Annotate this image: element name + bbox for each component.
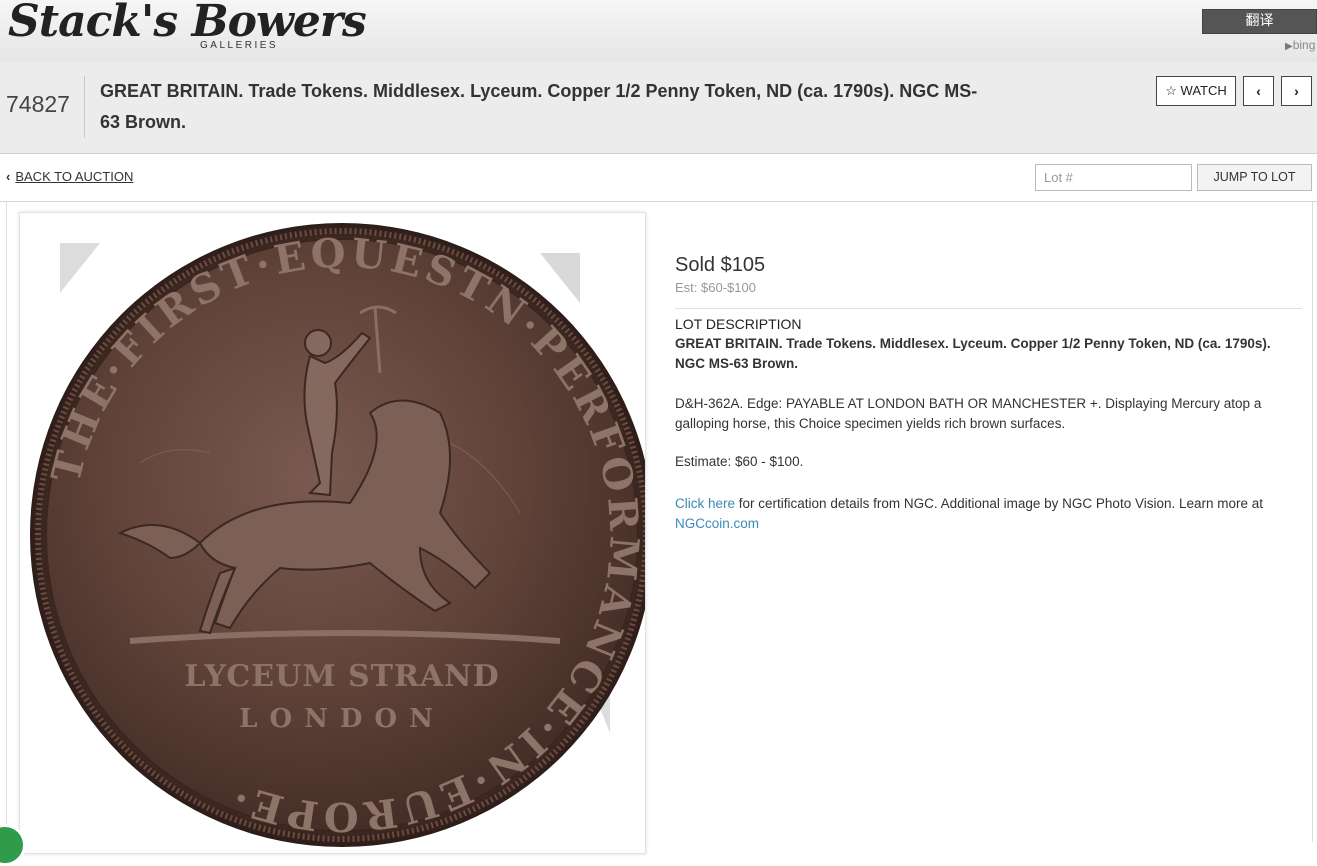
lot-header: 74827 GREAT BRITAIN. Trade Tokens. Middl… (0, 62, 1317, 154)
divider (84, 76, 85, 138)
back-label: BACK TO AUCTION (15, 169, 134, 184)
translate-button[interactable]: 翻译 (1202, 9, 1317, 34)
next-lot-button[interactable]: › (1281, 76, 1312, 106)
watch-button[interactable]: ☆ WATCH (1156, 76, 1236, 106)
ngc-link[interactable]: NGCcoin.com (675, 516, 759, 531)
coin-line-2: LONDON (239, 704, 445, 734)
lot-title: GREAT BRITAIN. Trade Tokens. Middlesex. … (100, 81, 978, 132)
lot-number: 74827 (6, 91, 70, 117)
jump-to-lot-button[interactable]: JUMP TO LOT (1197, 164, 1312, 191)
coin-image-panel[interactable]: THE·FIRST·EQUESTN·PERFORMANCE·IN·EUROPE·… (19, 212, 646, 854)
logo-text: Stack's Bowers (8, 0, 367, 47)
description-body: D&H-362A. Edge: PAYABLE AT LONDON BATH O… (675, 396, 1262, 431)
lot-content: THE·FIRST·EQUESTN·PERFORMANCE·IN·EUROPE·… (6, 202, 1313, 854)
lot-toolbar: ‹ BACK TO AUCTION JUMP TO LOT (0, 154, 1317, 202)
watch-label: WATCH (1180, 83, 1227, 98)
chevron-left-icon: ‹ (6, 169, 11, 184)
estimate-summary: Est: $60-$100 (675, 280, 756, 295)
description-title: GREAT BRITAIN. Trade Tokens. Middlesex. … (675, 336, 1271, 371)
stacks-bowers-logo[interactable]: Stack's Bowers GALLERIES (8, 0, 367, 58)
chevron-right-icon: › (1294, 83, 1299, 99)
sold-price: Sold $105 (675, 254, 766, 276)
bing-label: bing (1292, 38, 1316, 52)
logo-subtitle: GALLERIES (200, 40, 279, 51)
star-icon: ☆ (1165, 83, 1177, 98)
divider (675, 308, 1302, 309)
coin-line-1: LYCEUM STRAND (184, 659, 499, 694)
description-heading: LOT DESCRIPTION (675, 316, 802, 332)
coin-image: THE·FIRST·EQUESTN·PERFORMANCE·IN·EUROPE·… (20, 213, 645, 853)
bing-icon: ▶ (1285, 41, 1293, 52)
description-estimate: Estimate: $60 - $100. (675, 454, 804, 469)
lot-number-input[interactable] (1035, 164, 1192, 191)
bing-attribution: ▶bing (1285, 38, 1315, 52)
chevron-left-icon: ‹ (1256, 83, 1261, 99)
certification-link[interactable]: Click here (675, 496, 735, 511)
previous-lot-button[interactable]: ‹ (1243, 76, 1274, 106)
back-to-auction-link[interactable]: ‹ BACK TO AUCTION (6, 169, 133, 184)
certification-text: Click here for certification details fro… (675, 494, 1300, 534)
certification-note: for certification details from NGC. Addi… (735, 496, 1264, 511)
site-header: Stack's Bowers GALLERIES 翻译 ▶bing (0, 0, 1317, 62)
